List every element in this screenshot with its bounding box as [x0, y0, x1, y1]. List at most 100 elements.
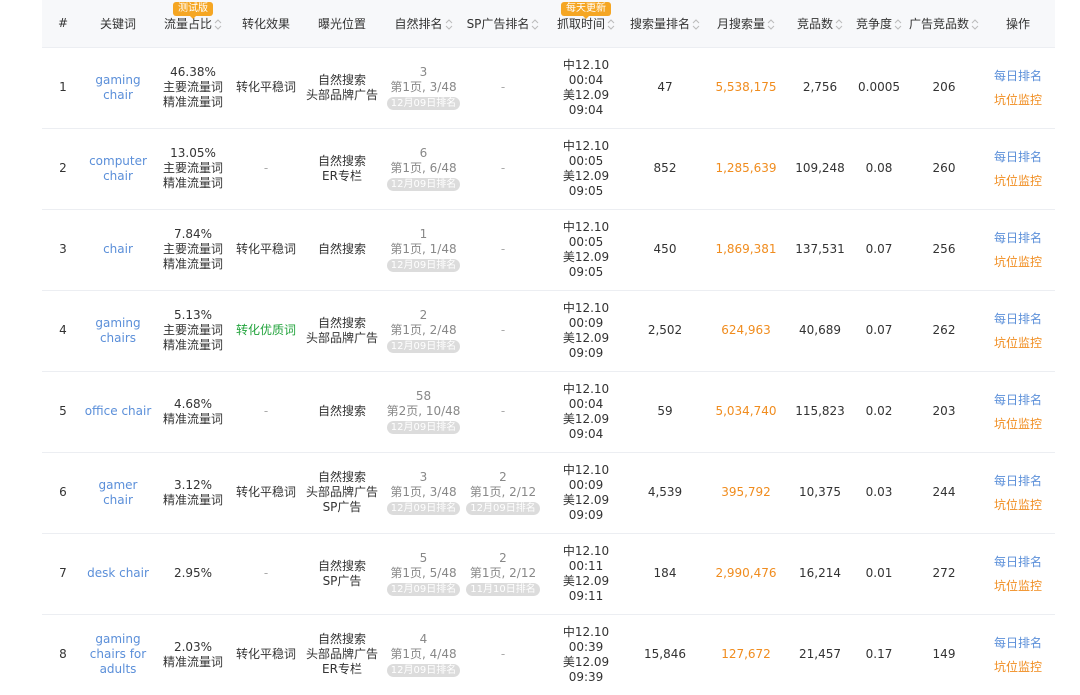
natural-rank-cell: 1 第1页, 1/48 12月09日排名 — [386, 209, 461, 290]
keyword-link[interactable]: chair — [84, 88, 152, 103]
keyword-cell: gaming chairs — [84, 290, 152, 371]
search-rank: 15,846 — [644, 647, 686, 662]
daily-update-badge: 每天更新 — [561, 2, 611, 19]
keyword-link[interactable]: gaming — [84, 316, 152, 331]
sp-rank-cell: - — [461, 209, 545, 290]
natural-rank-cell: 5 第1页, 5/48 12月09日排名 — [386, 533, 461, 614]
competition-degree: 0.17 — [865, 647, 893, 662]
competitor-count: 16,214 — [799, 566, 841, 580]
keyword-link[interactable]: gamer chair — [84, 478, 152, 508]
exposure-position: 头部品牌广告 — [305, 330, 378, 345]
row-index: 3 — [59, 242, 67, 256]
exposure-position: 自然搜索 — [317, 315, 366, 330]
conversion-label: 转化平稳词 — [235, 647, 296, 662]
keyword-link[interactable]: chairs — [84, 331, 152, 346]
slot-monitor-link[interactable]: 坑位监控 — [981, 250, 1055, 274]
sort-icon[interactable] — [767, 19, 775, 30]
traffic-tag: 精准流量词 — [162, 95, 223, 109]
daily-rank-link[interactable]: 每日排名 — [981, 388, 1055, 412]
daily-rank-link[interactable]: 每日排名 — [981, 550, 1055, 574]
actions-cell: 每日排名 坑位监控 — [981, 614, 1055, 695]
col-monthly-volume[interactable]: 月搜索量 — [703, 0, 789, 47]
daily-rank-link[interactable]: 每日排名 — [981, 64, 1055, 88]
sp-rank-cell: - — [461, 371, 545, 452]
daily-rank-link[interactable]: 每日排名 — [981, 469, 1055, 493]
keyword-link[interactable]: adults — [84, 662, 152, 677]
col-fetch-time[interactable]: 每天更新 抓取时间 — [545, 0, 627, 47]
ad-competitor-count: 206 — [932, 80, 956, 94]
keyword-cell: office chair — [84, 371, 152, 452]
natural-rank-cell: 6 第1页, 6/48 12月09日排名 — [386, 128, 461, 209]
natural-rank-cell: 3 第1页, 3/48 12月09日排名 — [386, 47, 461, 128]
table-header: # 关键词 测试版 流量占比 转化效果 曝光位置 自然排名 SP广告排名 每天更… — [42, 0, 1055, 47]
slot-monitor-link[interactable]: 坑位监控 — [981, 331, 1055, 355]
competitor-count: 10,375 — [799, 485, 841, 499]
sort-icon[interactable] — [692, 19, 700, 30]
fetch-time-us: 美12.09 09:05 — [562, 168, 610, 198]
keyword-link[interactable]: office chair — [84, 404, 152, 419]
daily-rank-link[interactable]: 每日排名 — [981, 145, 1055, 169]
natural-rank-cell: 4 第1页, 4/48 12月09日排名 — [386, 614, 461, 695]
slot-monitor-link[interactable]: 坑位监控 — [981, 493, 1055, 517]
col-competitors[interactable]: 竞品数 — [789, 0, 851, 47]
col-sp-rank[interactable]: SP广告排名 — [461, 0, 545, 47]
natural-rank-page: 第1页, 6/48 — [390, 161, 457, 175]
keyword-link[interactable]: gaming — [84, 73, 152, 88]
competitor-count: 21,457 — [799, 647, 841, 662]
actions-cell: 每日排名 坑位监控 — [981, 47, 1055, 128]
traffic-share-cell: 13.05% 主要流量词 精准流量词 — [152, 128, 234, 209]
exposure-position: 头部品牌广告 — [305, 87, 378, 102]
daily-rank-link[interactable]: 每日排名 — [981, 631, 1055, 655]
traffic-tag: 精准流量词 — [162, 654, 223, 669]
exposure-position: ER专栏 — [322, 662, 362, 677]
search-rank: 47 — [657, 80, 673, 94]
slot-monitor-link[interactable]: 坑位监控 — [981, 169, 1055, 193]
slot-monitor-link[interactable]: 坑位监控 — [981, 88, 1055, 112]
sort-icon[interactable] — [894, 19, 902, 30]
sort-icon[interactable] — [835, 19, 843, 30]
daily-rank-link[interactable]: 每日排名 — [981, 226, 1055, 250]
col-natural-rank[interactable]: 自然排名 — [386, 0, 461, 47]
daily-rank-link[interactable]: 每日排名 — [981, 307, 1055, 331]
sort-icon[interactable] — [445, 19, 453, 30]
conversion-cell: - — [234, 533, 298, 614]
col-actions: 操作 — [981, 0, 1055, 47]
traffic-percent: 46.38% — [170, 65, 216, 79]
traffic-percent: 2.95% — [173, 566, 213, 580]
keyword-link[interactable]: computer — [84, 154, 152, 169]
monthly-volume: 1,285,639 — [715, 161, 777, 175]
sp-rank-cell: - — [461, 47, 545, 128]
col-ad-competitors[interactable]: 广告竞品数 — [907, 0, 981, 47]
keyword-link[interactable]: desk chair — [84, 566, 152, 581]
keyword-link[interactable]: chair — [84, 169, 152, 184]
col-traffic-share[interactable]: 测试版 流量占比 — [152, 0, 234, 47]
traffic-share-cell: 5.13% 主要流量词 精准流量词 — [152, 290, 234, 371]
fetch-time-cn: 中12.10 00:39 — [562, 624, 610, 654]
traffic-percent: 2.03% — [173, 639, 213, 654]
slot-monitor-link[interactable]: 坑位监控 — [981, 412, 1055, 436]
row-index: 5 — [59, 404, 67, 418]
keyword-link[interactable]: chair — [84, 242, 152, 257]
sort-icon[interactable] — [531, 19, 539, 30]
traffic-share-cell: 7.84% 主要流量词 精准流量词 — [152, 209, 234, 290]
traffic-share-cell: 3.12% 精准流量词 — [152, 452, 234, 533]
slot-monitor-link[interactable]: 坑位监控 — [981, 655, 1055, 679]
ad-competitor-count: 149 — [932, 647, 956, 662]
conversion-label: 转化平稳词 — [235, 80, 296, 94]
fetch-time-cn: 中12.10 00:11 — [562, 543, 610, 573]
traffic-share-cell: 46.38% 主要流量词 精准流量词 — [152, 47, 234, 128]
col-search-rank[interactable]: 搜索量排名 — [627, 0, 703, 47]
sort-icon[interactable] — [971, 19, 979, 30]
sort-icon[interactable] — [607, 19, 615, 30]
fetch-time-cn: 中12.10 00:09 — [562, 300, 610, 330]
keyword-link[interactable]: gaming — [84, 632, 152, 647]
monthly-volume: 2,990,476 — [715, 566, 777, 580]
competitor-count: 40,689 — [799, 323, 841, 337]
keyword-link[interactable]: chairs for — [84, 647, 152, 662]
sort-icon[interactable] — [214, 19, 222, 30]
natural-rank: 1 — [419, 227, 428, 241]
slot-monitor-link[interactable]: 坑位监控 — [981, 574, 1055, 598]
empty-dash: - — [263, 566, 269, 580]
col-competition[interactable]: 竞争度 — [851, 0, 907, 47]
actions-cell: 每日排名 坑位监控 — [981, 371, 1055, 452]
